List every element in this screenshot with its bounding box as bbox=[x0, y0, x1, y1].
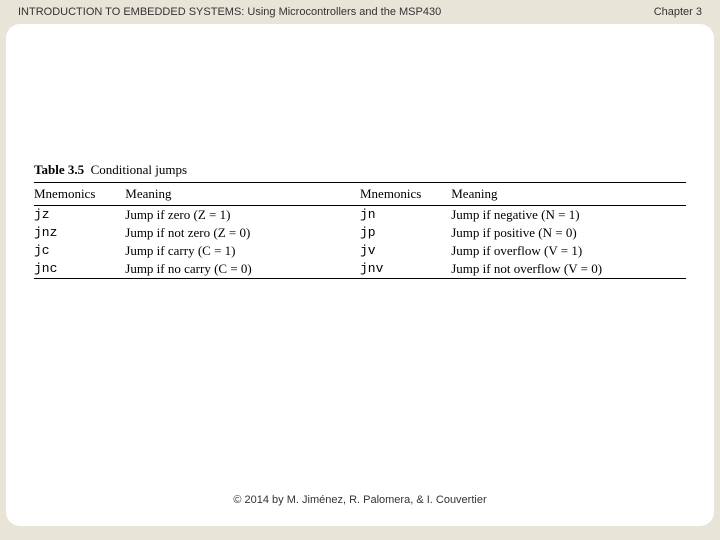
table-row: jc Jump if carry (C = 1) jv Jump if over… bbox=[34, 242, 686, 260]
copyright-footer: © 2014 by M. Jiménez, R. Palomera, & I. … bbox=[6, 494, 714, 506]
chapter-label: Chapter 3 bbox=[654, 6, 702, 18]
table-header-row: Mnemonics Meaning Mnemonics Meaning bbox=[34, 183, 686, 206]
cell-mnemonic: jnz bbox=[34, 224, 125, 242]
cell-mnemonic: jnc bbox=[34, 260, 125, 279]
table-container: Table 3.5 Conditional jumps Mnemonics Me… bbox=[34, 162, 686, 279]
table-caption-label: Table 3.5 bbox=[34, 162, 84, 177]
cell-meaning: Jump if overflow (V = 1) bbox=[451, 242, 686, 260]
col-header-meaning-1: Meaning bbox=[125, 183, 360, 206]
cell-meaning: Jump if zero (Z = 1) bbox=[125, 206, 360, 225]
conditional-jumps-table: Mnemonics Meaning Mnemonics Meaning jz J… bbox=[34, 182, 686, 279]
cell-meaning: Jump if negative (N = 1) bbox=[451, 206, 686, 225]
table-body: jz Jump if zero (Z = 1) jn Jump if negat… bbox=[34, 206, 686, 279]
cell-meaning: Jump if positive (N = 0) bbox=[451, 224, 686, 242]
col-header-mnemonics-2: Mnemonics bbox=[360, 183, 451, 206]
table-caption: Table 3.5 Conditional jumps bbox=[34, 162, 686, 178]
table-row: jnc Jump if no carry (C = 0) jnv Jump if… bbox=[34, 260, 686, 279]
slide-body: Table 3.5 Conditional jumps Mnemonics Me… bbox=[6, 24, 714, 526]
table-caption-text: Conditional jumps bbox=[91, 162, 187, 177]
cell-mnemonic: jv bbox=[360, 242, 451, 260]
cell-mnemonic: jc bbox=[34, 242, 125, 260]
cell-mnemonic: jn bbox=[360, 206, 451, 225]
table-row: jnz Jump if not zero (Z = 0) jp Jump if … bbox=[34, 224, 686, 242]
page-header: INTRODUCTION TO EMBEDDED SYSTEMS: Using … bbox=[18, 6, 702, 18]
cell-meaning: Jump if no carry (C = 0) bbox=[125, 260, 360, 279]
table-row: jz Jump if zero (Z = 1) jn Jump if negat… bbox=[34, 206, 686, 225]
cell-mnemonic: jz bbox=[34, 206, 125, 225]
cell-meaning: Jump if not zero (Z = 0) bbox=[125, 224, 360, 242]
cell-meaning: Jump if not overflow (V = 0) bbox=[451, 260, 686, 279]
cell-mnemonic: jnv bbox=[360, 260, 451, 279]
cell-meaning: Jump if carry (C = 1) bbox=[125, 242, 360, 260]
col-header-mnemonics-1: Mnemonics bbox=[34, 183, 125, 206]
cell-mnemonic: jp bbox=[360, 224, 451, 242]
col-header-meaning-2: Meaning bbox=[451, 183, 686, 206]
book-title: INTRODUCTION TO EMBEDDED SYSTEMS: Using … bbox=[18, 6, 441, 18]
